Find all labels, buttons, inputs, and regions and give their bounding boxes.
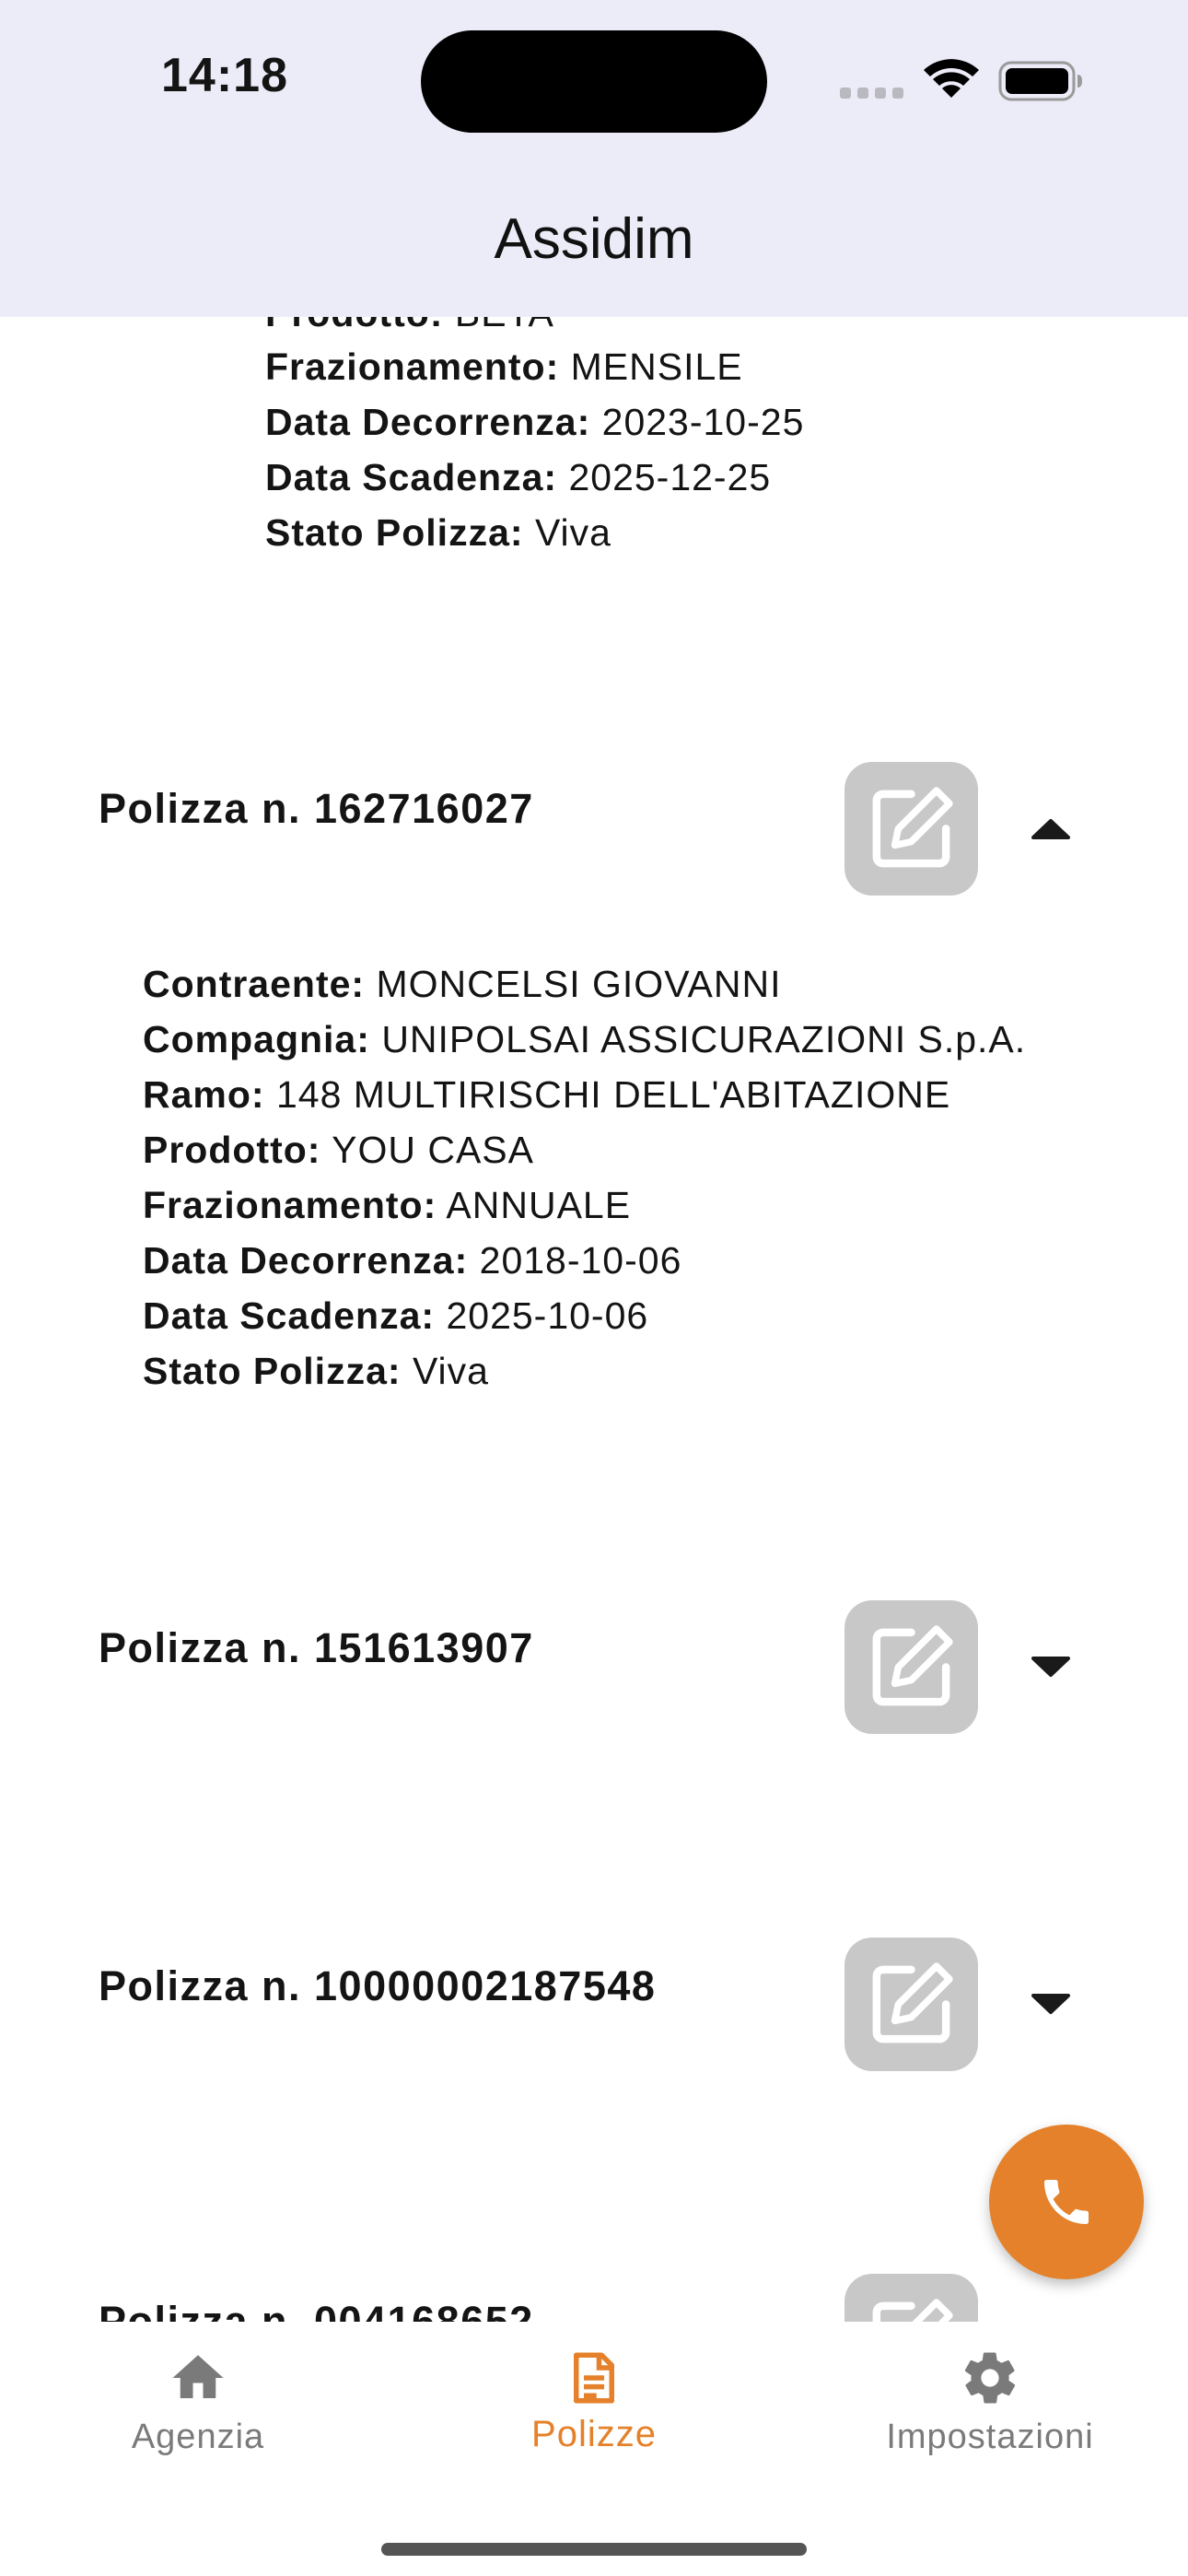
chevron-down-icon[interactable]: [1030, 1992, 1072, 2018]
detail-line-contraente: Contraente: MONCELSI GIOVANNI: [143, 958, 781, 1010]
edit-icon: [872, 787, 953, 868]
detail-label: Data Decorrenza:: [143, 1239, 469, 1282]
detail-line-frazionamento: Frazionamento: MENSILE: [265, 341, 743, 392]
policy-title[interactable]: Polizza n. 151613907: [99, 1624, 534, 1672]
detail-label: Prodotto:: [143, 1129, 321, 1171]
edit-icon: [872, 1625, 953, 1706]
battery-icon: [998, 61, 1082, 101]
detail-line-prodotto: Prodotto: YOU CASA: [143, 1124, 534, 1176]
detail-label: Contraente:: [143, 963, 366, 1005]
detail-label: Frazionamento:: [143, 1184, 437, 1226]
detail-line-frazionamento: Frazionamento: ANNUALE: [143, 1179, 631, 1231]
policy-title[interactable]: Polizza n. 10000002187548: [99, 1962, 656, 2010]
dynamic-island: [421, 30, 767, 133]
tab-label: Polizze: [531, 2414, 657, 2454]
detail-line-stato-polizza: Stato Polizza: Viva: [143, 1345, 489, 1397]
tab-impostazioni[interactable]: Impostazioni: [792, 2322, 1188, 2478]
edit-icon: [872, 2299, 953, 2322]
tab-label: Impostazioni: [886, 2418, 1094, 2456]
detail-value: YOU CASA: [332, 1129, 534, 1171]
detail-value: 2025-10-06: [446, 1294, 649, 1337]
tab-label: Agenzia: [131, 2418, 265, 2456]
detail-value: UNIPOLSAI ASSICURAZIONI S.p.A.: [381, 1018, 1027, 1060]
detail-label: Data Scadenza:: [265, 456, 558, 498]
home-icon: [172, 2355, 224, 2398]
tab-agenzia[interactable]: Agenzia: [0, 2322, 396, 2478]
policy-title[interactable]: Polizza n. 004168652: [99, 2298, 534, 2322]
detail-line-compagnia: Compagnia: UNIPOLSAI ASSICURAZIONI S.p.A…: [143, 1013, 1026, 1065]
detail-label: Data Scadenza:: [143, 1294, 436, 1337]
wifi-icon: [924, 59, 979, 98]
detail-value: MONCELSI GIOVANNI: [376, 963, 782, 1005]
detail-label: Compagnia:: [143, 1018, 370, 1060]
chevron-up-icon[interactable]: [1030, 815, 1072, 841]
page-title: Assidim: [494, 207, 694, 271]
bottom-tab-bar: Agenzia Polizze Impostazioni: [0, 2322, 1188, 2576]
detail-line-stato-polizza: Stato Polizza: Viva: [265, 507, 611, 558]
detail-label: Stato Polizza:: [265, 511, 524, 554]
chevron-down-icon[interactable]: [1030, 1655, 1072, 1680]
phone-icon: [1044, 2180, 1089, 2224]
detail-line-data-scadenza: Data Scadenza: 2025-10-06: [143, 1290, 648, 1341]
edit-policy-button[interactable]: [844, 1938, 978, 2071]
detail-value: 2018-10-06: [479, 1239, 682, 1282]
edit-policy-button[interactable]: [844, 2274, 978, 2322]
detail-value: 2025-12-25: [568, 456, 772, 498]
edit-icon: [872, 1962, 953, 2043]
call-button[interactable]: [989, 2125, 1144, 2279]
policy-title[interactable]: Polizza n. 162716027: [99, 785, 534, 833]
document-icon: [574, 2352, 614, 2404]
home-indicator: [381, 2543, 807, 2556]
detail-value: MENSILE: [570, 345, 743, 388]
detail-line-ramo: Ramo: 148 MULTIRISCHI DELL'ABITAZIONE: [143, 1069, 950, 1120]
detail-line-data-decorrenza: Data Decorrenza: 2023-10-25: [265, 396, 804, 448]
detail-value: Viva: [534, 511, 611, 554]
edit-policy-button[interactable]: [844, 762, 978, 896]
detail-line-data-scadenza: Data Scadenza: 2025-12-25: [265, 451, 771, 503]
tab-polizze[interactable]: Polizze: [396, 2322, 792, 2478]
detail-line-data-decorrenza: Data Decorrenza: 2018-10-06: [143, 1235, 681, 1286]
detail-label: Data Decorrenza:: [265, 401, 591, 443]
cellular-signal-icon: [840, 88, 904, 99]
detail-label: Frazionamento:: [265, 345, 560, 388]
detail-label: Ramo:: [143, 1073, 265, 1116]
detail-value: 148 MULTIRISCHI DELL'ABITAZIONE: [275, 1073, 951, 1116]
detail-value: Viva: [412, 1350, 489, 1392]
detail-value: ANNUALE: [446, 1184, 632, 1226]
app-header: 14:18 Assidim: [0, 0, 1188, 317]
detail-label: Stato Polizza:: [143, 1350, 402, 1392]
gear-icon: [964, 2352, 1016, 2404]
edit-policy-button[interactable]: [844, 1600, 978, 1734]
detail-value: 2023-10-25: [601, 401, 805, 443]
policy-list[interactable]: Prodotto: BETA Frazionamento: MENSILE Da…: [0, 0, 1188, 2322]
status-time: 14:18: [161, 49, 288, 102]
